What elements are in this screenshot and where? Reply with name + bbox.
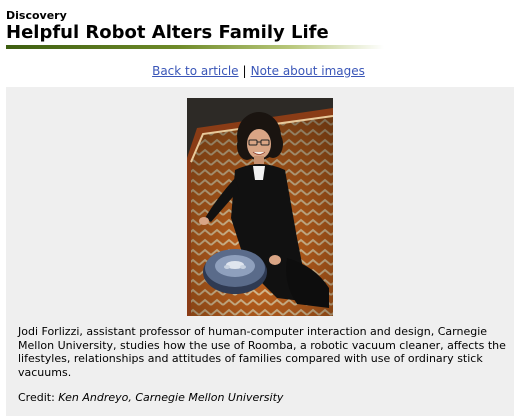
page-header: Discovery Helpful Robot Alters Family Li… bbox=[6, 9, 386, 49]
woman-with-robotic-vacuum-photo bbox=[187, 98, 333, 316]
photo-caption: Jodi Forlizzi, assistant professor of hu… bbox=[18, 325, 506, 379]
page-title: Helpful Robot Alters Family Life bbox=[6, 22, 329, 43]
credit-label: Credit: bbox=[18, 391, 55, 404]
back-to-article-link[interactable]: Back to article bbox=[152, 64, 238, 78]
section-label: Discovery bbox=[6, 9, 67, 22]
image-nav: Back to article | Note about images bbox=[0, 64, 517, 78]
credit-name: Ken Andreyo, Carnegie Mellon University bbox=[58, 391, 284, 404]
image-panel: Jodi Forlizzi, assistant professor of hu… bbox=[6, 87, 514, 416]
photo-credit: Credit: Ken Andreyo, Carnegie Mellon Uni… bbox=[18, 391, 510, 404]
title-divider bbox=[6, 45, 384, 49]
note-about-images-link[interactable]: Note about images bbox=[251, 64, 365, 78]
nav-separator: | bbox=[242, 64, 247, 78]
